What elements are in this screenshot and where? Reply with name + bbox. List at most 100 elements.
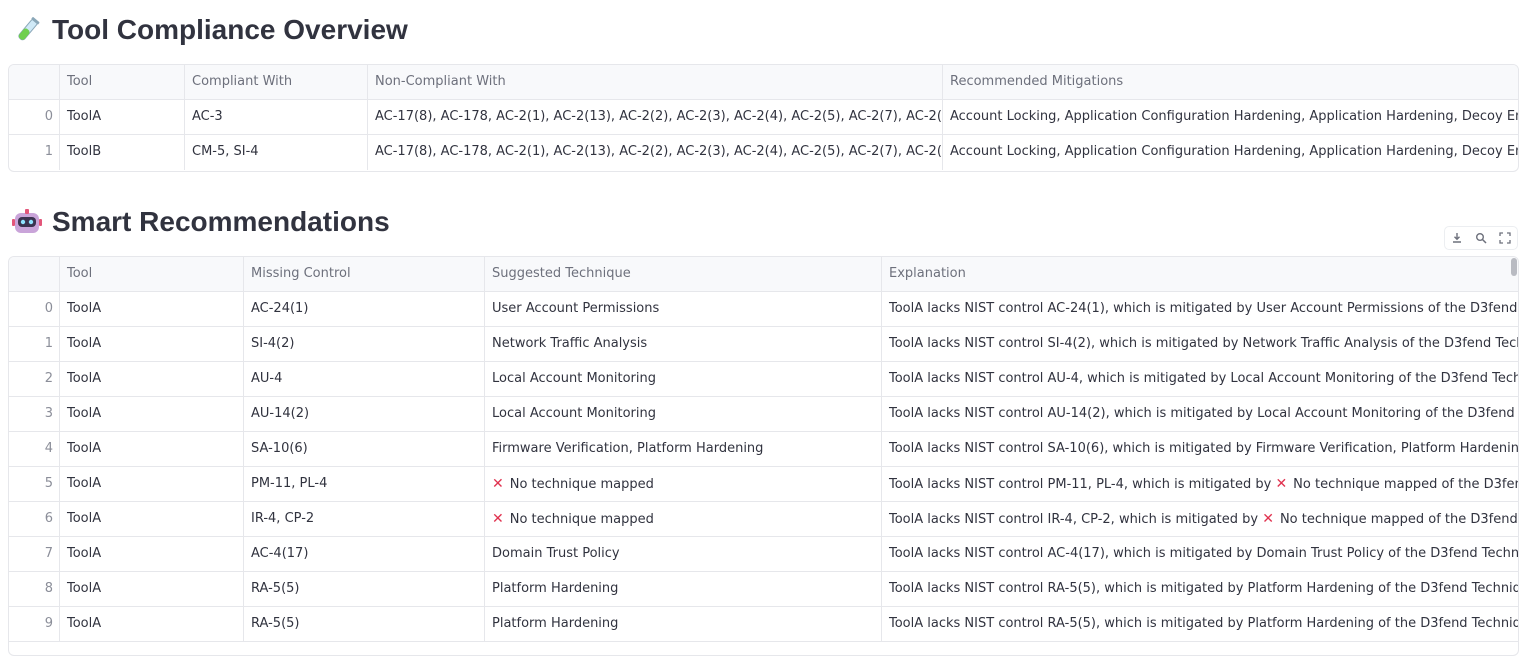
cell-missing-control[interactable]: RA-5(5) (244, 607, 485, 641)
cell-missing-control[interactable]: AC-24(1) (244, 292, 485, 326)
cell-tool[interactable]: ToolA (60, 502, 244, 536)
table-row[interactable]: 2 ToolA AU-4 Local Account Monitoring To… (9, 362, 1518, 397)
column-header-compliant[interactable]: Compliant With (185, 65, 368, 99)
column-header-tool[interactable]: Tool (60, 257, 244, 291)
cell-tool[interactable]: ToolA (60, 100, 185, 134)
table-row[interactable]: 0 ToolA AC-24(1) User Account Permission… (9, 292, 1518, 327)
table-row[interactable]: 8 ToolA RA-5(5) Platform Hardening ToolA… (9, 572, 1518, 607)
cell-technique[interactable]: Local Account Monitoring (485, 397, 882, 431)
cell-tool[interactable]: ToolB (60, 135, 185, 170)
cell-missing-control[interactable]: SI-4(2) (244, 327, 485, 361)
technique-text: No technique mapped (509, 512, 654, 527)
cross-mark-icon: ✕ (1262, 511, 1274, 527)
cell-explanation[interactable]: ToolA lacks NIST control PM-11, PL-4, wh… (882, 467, 1518, 501)
cell-explanation[interactable]: ToolA lacks NIST control SI-4(2), which … (882, 327, 1518, 361)
cell-technique[interactable]: Network Traffic Analysis (485, 327, 882, 361)
cell-tool[interactable]: ToolA (60, 572, 244, 606)
dataframe-toolbar (1444, 226, 1518, 250)
cross-mark-icon: ✕ (1275, 476, 1288, 492)
cell-missing-control[interactable]: AU-4 (244, 362, 485, 396)
cell-mitigations[interactable]: Account Locking, Application Configurati… (943, 135, 1518, 170)
cell-technique[interactable]: User Account Permissions (485, 292, 882, 326)
compliance-overview-heading: Tool Compliance Overview (12, 14, 408, 46)
table-row[interactable]: 1 ToolB CM-5, SI-4 AC-17(8), AC-178, AC-… (9, 135, 1518, 170)
cell-tool[interactable]: ToolA (60, 537, 244, 571)
cell-tool[interactable]: ToolA (60, 362, 244, 396)
recommendations-heading: Smart Recommendations (12, 206, 390, 238)
table-header-row: Tool Compliant With Non-Compliant With R… (9, 65, 1518, 100)
row-index: 7 (9, 537, 60, 571)
cell-explanation[interactable]: ToolA lacks NIST control AC-4(17), which… (882, 537, 1518, 571)
cell-tool[interactable]: ToolA (60, 397, 244, 431)
vertical-scrollbar[interactable] (1511, 258, 1517, 276)
column-header-missing-control[interactable]: Missing Control (244, 257, 485, 291)
cell-technique[interactable]: ✕ No technique mapped (485, 467, 882, 501)
cell-explanation[interactable]: ToolA lacks NIST control AC-24(1), which… (882, 292, 1518, 326)
technique-text: No technique mapped (509, 477, 654, 492)
table-row[interactable]: 5 ToolA PM-11, PL-4 ✕ No technique mapped… (9, 467, 1518, 502)
cross-mark-icon: ✕ (492, 511, 504, 527)
cell-tool[interactable]: ToolA (60, 467, 244, 501)
cell-technique[interactable]: ✕ No technique mapped (485, 502, 882, 536)
table-row[interactable]: 1 ToolA SI-4(2) Network Traffic Analysis… (9, 327, 1518, 362)
cell-explanation[interactable]: ToolA lacks NIST control RA-5(5), which … (882, 607, 1518, 641)
cross-mark-icon: ✕ (492, 476, 504, 492)
row-index: 6 (9, 502, 60, 536)
cell-tool[interactable]: ToolA (60, 292, 244, 326)
cell-tool[interactable]: ToolA (60, 607, 244, 641)
table-row[interactable]: 7 ToolA AC-4(17) Domain Trust Policy Too… (9, 537, 1518, 572)
cell-explanation[interactable]: ToolA lacks NIST control AU-4, which is … (882, 362, 1518, 396)
cell-compliant[interactable]: CM-5, SI-4 (185, 135, 368, 170)
test-tube-icon (12, 15, 42, 45)
cell-noncompliant[interactable]: AC-17(8), AC-178, AC-2(1), AC-2(13), AC-… (368, 135, 943, 170)
cell-explanation[interactable]: ToolA lacks NIST control SA-10(6), which… (882, 432, 1518, 466)
column-header-noncompliant[interactable]: Non-Compliant With (368, 65, 943, 99)
cell-tool[interactable]: ToolA (60, 432, 244, 466)
column-header-suggested-technique[interactable]: Suggested Technique (485, 257, 882, 291)
cell-missing-control[interactable]: IR-4, CP-2 (244, 502, 485, 536)
explanation-prefix: ToolA lacks NIST control PM-11, PL-4, wh… (889, 477, 1276, 492)
column-header-tool[interactable]: Tool (60, 65, 185, 99)
cell-technique[interactable]: Domain Trust Policy (485, 537, 882, 571)
row-index: 2 (9, 362, 60, 396)
table-row[interactable]: 3 ToolA AU-14(2) Local Account Monitorin… (9, 397, 1518, 432)
explanation-suffix: No technique mapped of the D3fend Techni… (1279, 512, 1518, 527)
table-row[interactable]: 9 ToolA RA-5(5) Platform Hardening ToolA… (9, 607, 1518, 642)
cell-explanation[interactable]: ToolA lacks NIST control IR-4, CP-2, whi… (882, 502, 1518, 536)
cell-explanation[interactable]: ToolA lacks NIST control AU-14(2), which… (882, 397, 1518, 431)
search-icon[interactable] (1474, 231, 1488, 245)
row-index: 1 (9, 327, 60, 361)
table-row[interactable]: 6 ToolA IR-4, CP-2 ✕ No technique mapped … (9, 502, 1518, 537)
column-header-mitigations[interactable]: Recommended Mitigations (943, 65, 1518, 99)
cell-noncompliant[interactable]: AC-17(8), AC-178, AC-2(1), AC-2(13), AC-… (368, 100, 943, 134)
index-header (9, 257, 60, 291)
cell-compliant[interactable]: AC-3 (185, 100, 368, 134)
table-row[interactable]: 0 ToolA AC-3 AC-17(8), AC-178, AC-2(1), … (9, 100, 1518, 135)
cell-explanation[interactable]: ToolA lacks NIST control RA-5(5), which … (882, 572, 1518, 606)
download-icon[interactable] (1450, 231, 1464, 245)
cell-missing-control[interactable]: SA-10(6) (244, 432, 485, 466)
cell-tool[interactable]: ToolA (60, 327, 244, 361)
cell-missing-control[interactable]: PM-11, PL-4 (244, 467, 485, 501)
row-index: 5 (9, 467, 60, 501)
cell-technique[interactable]: Platform Hardening (485, 607, 882, 641)
cell-missing-control[interactable]: AC-4(17) (244, 537, 485, 571)
compliance-table[interactable]: Tool Compliant With Non-Compliant With R… (8, 64, 1519, 172)
fullscreen-icon[interactable] (1498, 231, 1512, 245)
column-header-explanation[interactable]: Explanation (882, 257, 1518, 291)
row-index: 8 (9, 572, 60, 606)
cell-technique[interactable]: Platform Hardening (485, 572, 882, 606)
row-index: 4 (9, 432, 60, 466)
row-index: 0 (9, 100, 60, 134)
table-row[interactable]: 4 ToolA SA-10(6) Firmware Verification, … (9, 432, 1518, 467)
cell-missing-control[interactable]: RA-5(5) (244, 572, 485, 606)
index-header (9, 65, 60, 99)
cell-technique[interactable]: Local Account Monitoring (485, 362, 882, 396)
cell-missing-control[interactable]: AU-14(2) (244, 397, 485, 431)
row-index: 1 (9, 135, 60, 170)
robot-icon (12, 207, 42, 237)
recommendations-table[interactable]: Tool Missing Control Suggested Technique… (8, 256, 1519, 656)
cell-technique[interactable]: Firmware Verification, Platform Hardenin… (485, 432, 882, 466)
cell-mitigations[interactable]: Account Locking, Application Configurati… (943, 100, 1518, 134)
row-index: 9 (9, 607, 60, 641)
